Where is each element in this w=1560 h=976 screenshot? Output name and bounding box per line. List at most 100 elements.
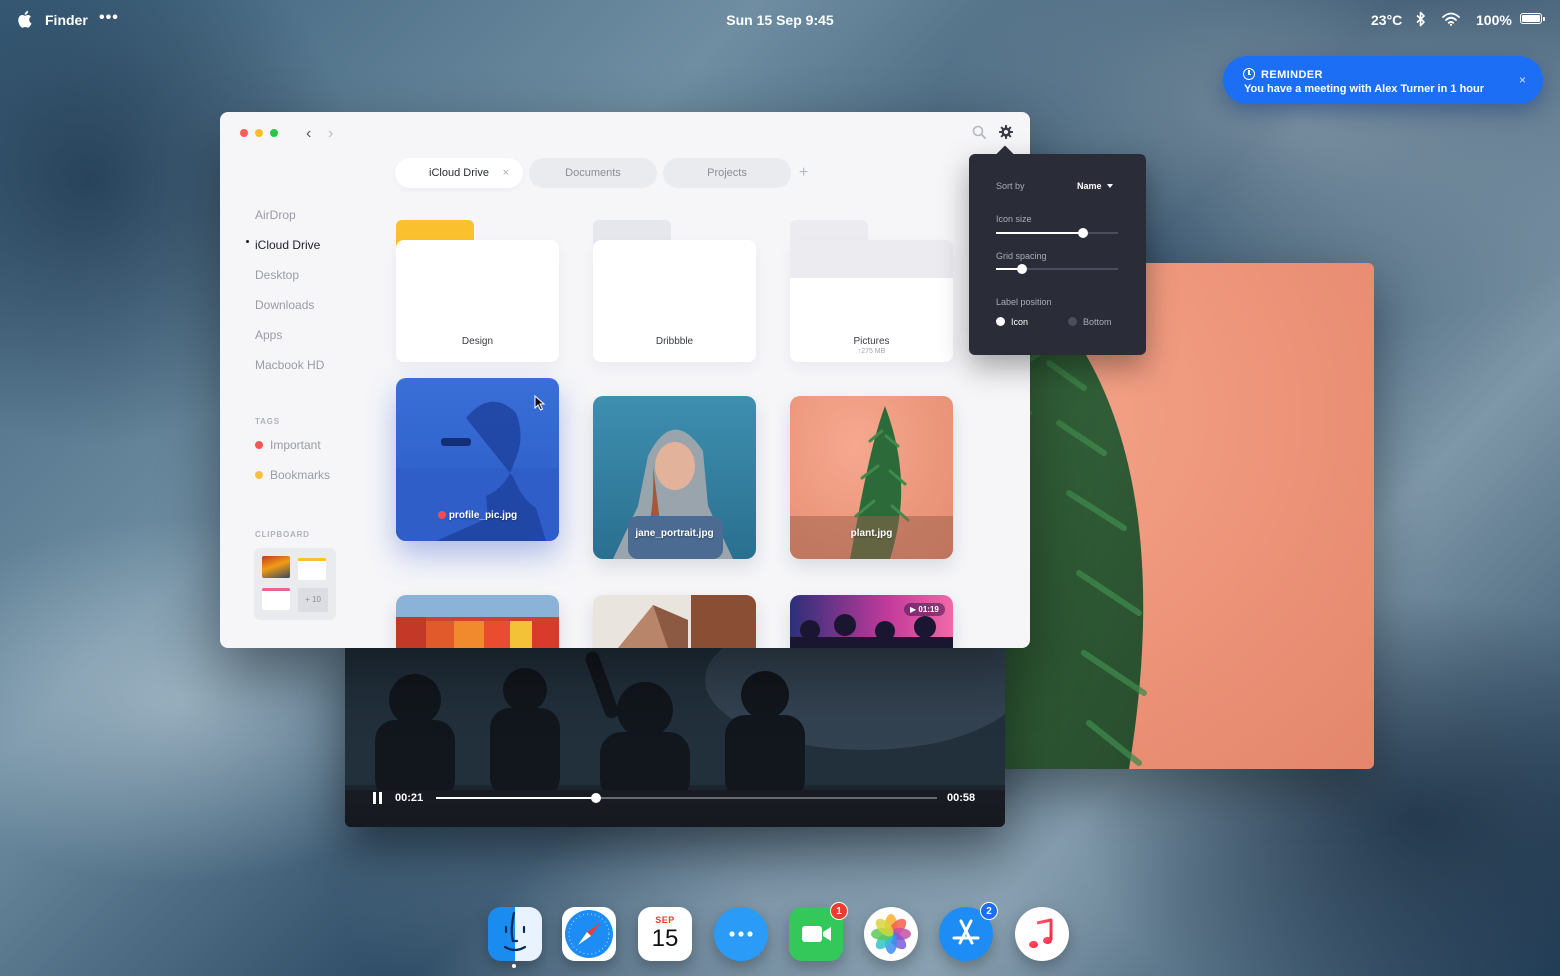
photo-label: profile_pic.jpg [448, 510, 518, 521]
calendar-day: 15 [651, 925, 679, 952]
dock-calendar[interactable]: SEP 15 [638, 907, 692, 961]
sort-by-value: Name [1077, 181, 1102, 191]
clipboard-heading: CLIPBOARD [255, 530, 310, 539]
tag-label: Bookmarks [270, 468, 331, 482]
zoom-window-button[interactable] [270, 129, 278, 137]
folder-design[interactable]: Design [396, 220, 559, 362]
grid-spacing-slider[interactable] [996, 264, 1118, 274]
tab-label: Projects [707, 167, 747, 179]
clock-icon [1243, 68, 1255, 80]
menu-app-name[interactable]: Finder [45, 12, 88, 28]
dock-photos[interactable] [864, 907, 918, 961]
dock-facetime[interactable]: 1 [789, 902, 848, 961]
building-photo-image [396, 617, 559, 648]
dock-finder[interactable] [488, 907, 542, 961]
tag-dot-yellow [255, 471, 263, 479]
photo-architecture[interactable] [593, 595, 756, 648]
battery-icon[interactable] [1520, 13, 1545, 24]
sidebar-item-airdrop[interactable]: AirDrop [255, 208, 296, 222]
dock-messages[interactable] [714, 907, 768, 961]
photo-plant[interactable]: plant.jpg [790, 396, 953, 559]
mouse-pointer-icon [534, 395, 546, 411]
red-tag-dot [437, 511, 446, 519]
label-position-label: Label position [996, 297, 1052, 307]
menu-temperature: 23°C [1371, 12, 1403, 28]
tab-label: Documents [565, 167, 621, 179]
tab-label: iCloud Drive [429, 167, 489, 179]
add-tab-button[interactable]: + [799, 164, 808, 182]
sidebar-item-apps[interactable]: Apps [255, 328, 282, 342]
photo-building[interactable] [396, 595, 559, 648]
messages-bubble-icon [729, 931, 760, 957]
tag-label: Important [270, 438, 321, 452]
menu-more[interactable]: ••• [99, 9, 119, 27]
video-player-window[interactable]: 00:21 00:58 [345, 640, 1005, 827]
photo-jane-portrait[interactable]: jane_portrait.jpg [593, 396, 756, 559]
tab-icloud-drive[interactable]: iCloud Drive × [395, 158, 523, 188]
sidebar-item-downloads[interactable]: Downloads [255, 298, 314, 312]
reminder-message: You have a meeting with Alex Turner in 1… [1244, 83, 1485, 95]
reminder-close-button[interactable]: × [1519, 73, 1526, 87]
video-current-time: 00:21 [395, 792, 424, 804]
facetime-notification-badge: 1 [830, 902, 848, 920]
back-arrow-icon[interactable]: ‹ [306, 125, 311, 143]
safari-compass-icon [565, 910, 613, 958]
view-settings-popover: Sort by Name Icon size Grid spacing Labe… [969, 154, 1146, 355]
video-progress-fill [436, 797, 597, 799]
folder-label: Dribbble [655, 336, 694, 347]
app-store-notification-badge: 2 [980, 902, 998, 920]
concert-video-frame [345, 640, 1005, 790]
folder-dribbble[interactable]: Dribbble [593, 220, 756, 362]
folder-label: Pictures [853, 336, 890, 347]
wifi-icon[interactable] [1442, 12, 1460, 26]
tags-heading: TAGS [255, 417, 280, 426]
music-note-icon [1029, 918, 1053, 949]
minimize-window-button[interactable] [255, 129, 263, 137]
duration-text: 01:19 [918, 605, 939, 614]
folder-pictures[interactable]: Pictures ↑275 MB [790, 220, 953, 362]
tab-close-icon[interactable]: × [503, 158, 509, 188]
bluetooth-icon[interactable] [1416, 11, 1426, 27]
video-total-time: 00:58 [947, 792, 976, 804]
video-duration-badge: ▶ 01:19 [904, 603, 945, 616]
clipboard-more-count: + 10 [298, 588, 328, 612]
pause-icon[interactable] [373, 792, 383, 804]
photo-label: plant.jpg [850, 528, 893, 539]
reminder-notification[interactable]: REMINDER You have a meeting with Alex Tu… [1223, 56, 1543, 104]
search-icon[interactable] [972, 125, 986, 139]
forward-arrow-icon[interactable]: › [328, 125, 333, 143]
tag-important[interactable]: Important [255, 438, 321, 452]
gear-icon[interactable] [999, 125, 1013, 139]
label-position-icon-radio[interactable]: Icon [996, 317, 1028, 327]
close-window-button[interactable] [240, 129, 248, 137]
slider-thumb[interactable] [1016, 264, 1027, 274]
apple-icon[interactable] [16, 10, 32, 28]
tab-projects[interactable]: Projects [663, 158, 791, 188]
menu-bar: Finder ••• Sun 15 Sep 9:45 23°C 100% [0, 0, 1560, 40]
dock-music[interactable] [1015, 907, 1069, 961]
photos-flower-icon [871, 914, 911, 954]
icon-size-slider[interactable] [996, 228, 1118, 238]
photo-label: jane_portrait.jpg [635, 528, 714, 539]
video-concert[interactable]: ▶ 01:19 [790, 595, 953, 648]
finder-window: ‹ › iCloud Drive × Documents Projects + … [220, 112, 1030, 648]
tab-documents[interactable]: Documents [529, 158, 657, 188]
tag-bookmarks[interactable]: Bookmarks [255, 468, 330, 482]
battery-fill [1522, 15, 1540, 22]
icon-size-label: Icon size [996, 214, 1032, 224]
sidebar-item-icloud-drive[interactable]: iCloud Drive [255, 238, 320, 252]
sidebar-item-desktop[interactable]: Desktop [255, 268, 299, 282]
video-controls-bar [345, 785, 1005, 827]
tag-dot-red [255, 441, 263, 449]
label-position-bottom-radio[interactable]: Bottom [1068, 317, 1112, 327]
slider-thumb[interactable] [1077, 228, 1088, 238]
sidebar-item-macbook-hd[interactable]: Macbook HD [255, 358, 324, 372]
dock-app-store[interactable]: 2 [939, 902, 998, 961]
slider-fill [996, 232, 1083, 234]
video-scrubber-track[interactable] [436, 797, 937, 799]
dock-safari[interactable] [562, 907, 616, 961]
sort-by-dropdown[interactable]: Name [1077, 181, 1113, 191]
finder-face-icon [503, 911, 527, 952]
chevron-down-icon [1106, 184, 1113, 188]
clipboard-preview[interactable]: + 10 [254, 548, 336, 620]
